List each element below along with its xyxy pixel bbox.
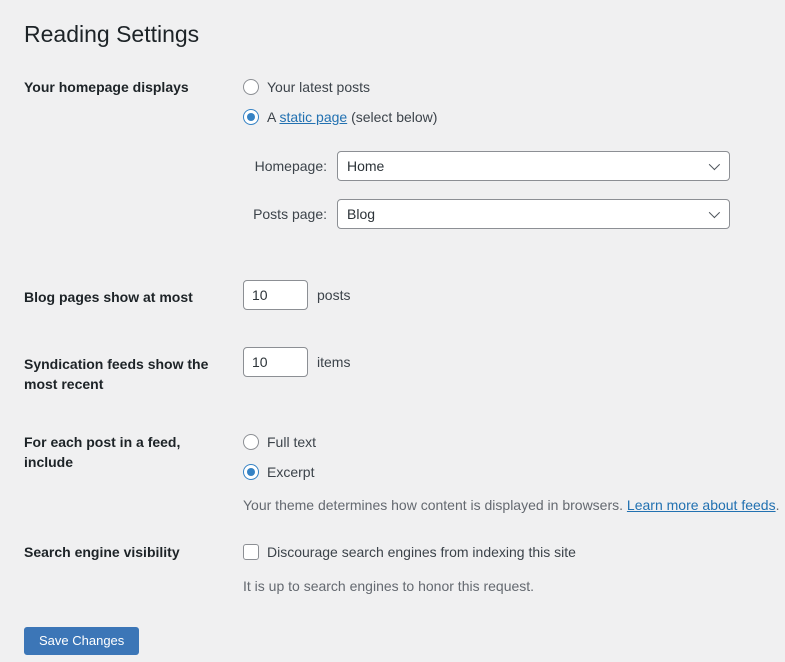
latest-posts-radio[interactable] [243,79,259,95]
checkbox-option-discourage-indexing[interactable]: Discourage search engines from indexing … [243,542,765,562]
blog-pages-row: Blog pages show at most posts [24,280,765,310]
chevron-down-icon [708,158,721,171]
latest-posts-label: Your latest posts [267,79,370,95]
full-text-label: Full text [267,434,317,450]
reading-settings-page: Reading Settings Your homepage displays … [0,0,785,655]
radio-option-excerpt[interactable]: Excerpt [243,462,765,482]
search-visibility-description: It is up to search engines to honor this… [243,578,535,594]
radio-option-latest-posts[interactable]: Your latest posts [243,77,765,97]
homepage-select[interactable]: Home [337,151,730,181]
feed-content-row: For each post in a feed, include Full te… [24,432,780,515]
discourage-indexing-checkbox[interactable] [243,544,259,560]
feed-description: Your theme determines how content is dis… [243,497,780,513]
homepage-displays-label: Your homepage displays [24,79,189,95]
excerpt-radio[interactable] [243,464,259,480]
radio-option-full-text[interactable]: Full text [243,432,765,452]
learn-more-feeds-link[interactable]: Learn more about feeds [627,497,776,513]
chevron-down-icon [708,206,721,219]
discourage-indexing-label: Discourage search engines from indexing … [267,544,576,560]
homepage-select-value: Home [347,158,385,174]
posts-unit-label: posts [317,287,351,303]
posts-page-select-value: Blog [347,206,376,222]
excerpt-label: Excerpt [267,464,315,480]
posts-page-select-label: Posts page: [253,206,327,222]
full-text-radio[interactable] [243,434,259,450]
posts-page-select[interactable]: Blog [337,199,730,229]
items-unit-label: items [317,354,351,370]
homepage-select-label: Homepage: [254,158,327,174]
static-page-label: A static page (select below) [267,109,438,125]
save-changes-button[interactable]: Save Changes [24,627,140,655]
homepage-displays-row: Your homepage displays Your latest posts… [24,77,765,229]
posts-per-page-input[interactable] [243,280,308,310]
blog-pages-label: Blog pages show at most [24,289,193,305]
radio-option-static-page[interactable]: A static page (select below) [243,107,765,127]
syndication-feeds-label: Syndication feeds show the most recent [24,356,209,392]
feed-items-input[interactable] [243,347,308,377]
feed-content-label: For each post in a feed, include [24,434,181,470]
search-visibility-label: Search engine visibility [24,544,180,560]
syndication-feeds-row: Syndication feeds show the most recent i… [24,347,765,394]
page-title: Reading Settings [24,21,200,47]
static-page-link[interactable]: static page [279,109,347,125]
search-visibility-row: Search engine visibility Discourage sear… [24,542,765,596]
static-page-radio[interactable] [243,109,259,125]
